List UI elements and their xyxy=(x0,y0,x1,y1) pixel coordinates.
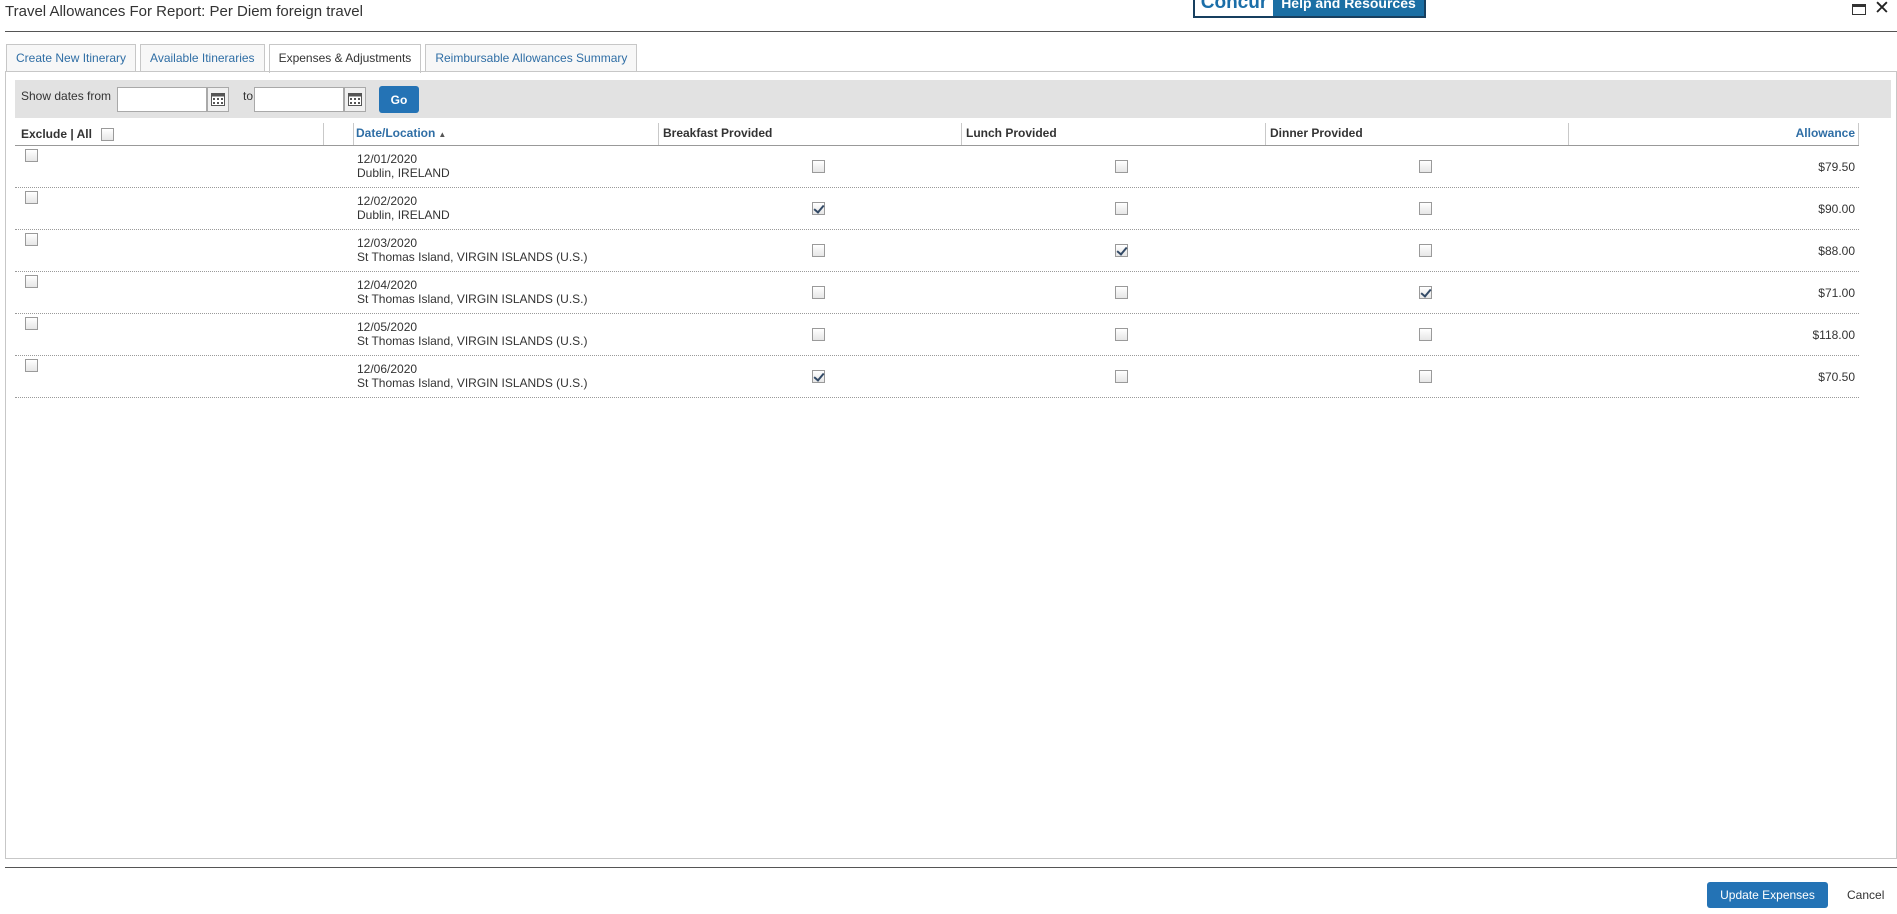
allowance-amount: $118.00 xyxy=(1812,328,1856,342)
table-row: 12/06/2020 St Thomas Island, VIRGIN ISLAN… xyxy=(15,356,1859,398)
lunch-provided-checkbox[interactable] xyxy=(1115,160,1128,173)
row-location: St Thomas Island, VIRGIN ISLANDS (U.S.) xyxy=(357,292,588,306)
row-date: 12/01/2020 xyxy=(357,152,418,166)
help-and-resources-link[interactable]: Help and Resources xyxy=(1273,0,1424,16)
tab-create-new-itinerary[interactable]: Create New Itinerary xyxy=(6,44,137,71)
date-location-cell: 12/01/2020 Dublin, IRELAND xyxy=(357,152,450,180)
breakfast-provided-checkbox[interactable] xyxy=(812,370,825,383)
calendar-icon[interactable] xyxy=(344,87,366,112)
allowance-amount: $70.50 xyxy=(1818,370,1855,384)
exclude-checkbox[interactable] xyxy=(25,233,38,246)
row-location: Dublin, IRELAND xyxy=(357,166,450,180)
calendar-icon[interactable] xyxy=(207,87,229,112)
allowance-amount: $88.00 xyxy=(1818,244,1855,258)
date-from-input[interactable] xyxy=(117,87,207,112)
exclude-checkbox[interactable] xyxy=(25,275,38,288)
date-location-header[interactable]: Date/Location ▲ xyxy=(356,121,446,145)
allowance-table-body: 12/01/2020 Dublin, IRELAND $79.50 12/02/202… xyxy=(15,146,1859,398)
tab-reimbursable-allowances-summary[interactable]: Reimbursable Allowances Summary xyxy=(425,44,638,71)
lunch-provided-checkbox[interactable] xyxy=(1115,286,1128,299)
cancel-button[interactable]: Cancel xyxy=(1847,888,1884,902)
row-date: 12/04/2020 xyxy=(357,278,418,292)
exclude-checkbox[interactable] xyxy=(25,191,38,204)
exclude-checkbox[interactable] xyxy=(25,149,38,162)
row-location: St Thomas Island, VIRGIN ISLANDS (U.S.) xyxy=(357,376,588,390)
dinner-provided-header: Dinner Provided xyxy=(1270,126,1363,140)
lunch-provided-header: Lunch Provided xyxy=(966,126,1057,140)
dinner-provided-checkbox[interactable] xyxy=(1419,160,1432,173)
table-row: 12/05/2020 St Thomas Island, VIRGIN ISLAN… xyxy=(15,314,1859,356)
breakfast-provided-checkbox[interactable] xyxy=(812,244,825,257)
breakfast-provided-header: Breakfast Provided xyxy=(663,126,773,140)
date-location-cell: 12/02/2020 Dublin, IRELAND xyxy=(357,194,450,222)
row-date: 12/05/2020 xyxy=(357,320,418,334)
dinner-provided-checkbox[interactable] xyxy=(1419,244,1432,257)
title-bar: Travel Allowances For Report: Per Diem f… xyxy=(0,0,1897,32)
lunch-provided-checkbox[interactable] xyxy=(1115,244,1128,257)
date-to-input[interactable] xyxy=(254,87,344,112)
breakfast-provided-checkbox[interactable] xyxy=(812,328,825,341)
window-title: Travel Allowances For Report: Per Diem f… xyxy=(5,3,363,20)
maximize-icon[interactable] xyxy=(1848,0,1870,18)
allowance-amount: $71.00 xyxy=(1818,286,1855,300)
close-icon[interactable]: ✕ xyxy=(1871,0,1893,18)
row-date: 12/06/2020 xyxy=(357,362,418,376)
row-date: 12/03/2020 xyxy=(357,236,418,250)
tab-expenses-adjustments[interactable]: Expenses & Adjustments xyxy=(268,44,422,73)
title-divider xyxy=(5,31,1897,32)
exclude-checkbox[interactable] xyxy=(25,359,38,372)
date-location-cell: 12/04/2020 St Thomas Island, VIRGIN ISLAN… xyxy=(357,278,588,306)
date-location-label: Date/Location xyxy=(356,126,436,140)
lunch-provided-checkbox[interactable] xyxy=(1115,328,1128,341)
row-location: St Thomas Island, VIRGIN ISLANDS (U.S.) xyxy=(357,250,588,264)
breakfast-provided-checkbox[interactable] xyxy=(812,160,825,173)
row-location: St Thomas Island, VIRGIN ISLANDS (U.S.) xyxy=(357,334,588,348)
exclude-checkbox[interactable] xyxy=(25,317,38,330)
exclude-all-checkbox[interactable] xyxy=(101,128,115,142)
date-location-cell: 12/06/2020 St Thomas Island, VIRGIN ISLAN… xyxy=(357,362,588,390)
allowance-amount: $79.50 xyxy=(1818,160,1855,174)
allowance-amount: $90.00 xyxy=(1818,202,1855,216)
tab-available-itineraries[interactable]: Available Itineraries xyxy=(140,44,265,71)
date-filter-bar: Show dates from to Go xyxy=(15,80,1891,118)
lunch-provided-checkbox[interactable] xyxy=(1115,202,1128,215)
logo-brand: Concur xyxy=(1200,0,1268,13)
exclude-all-header: Exclude | All xyxy=(21,122,115,146)
dinner-provided-checkbox[interactable] xyxy=(1419,202,1432,215)
breakfast-provided-checkbox[interactable] xyxy=(812,286,825,299)
row-date: 12/02/2020 xyxy=(357,194,418,208)
tab-bar: Create New Itinerary Available Itinerari… xyxy=(6,44,641,73)
date-location-cell: 12/03/2020 St Thomas Island, VIRGIN ISLAN… xyxy=(357,236,588,264)
to-label: to xyxy=(243,89,254,103)
sort-ascending-icon: ▲ xyxy=(438,130,447,139)
expenses-panel: Show dates from to Go Exclude | All Date… xyxy=(5,71,1897,859)
table-row: 12/01/2020 Dublin, IRELAND $79.50 xyxy=(15,146,1859,188)
allowance-header[interactable]: Allowance xyxy=(1796,121,1855,145)
concur-logo[interactable]: Concur Help and Resources xyxy=(1193,0,1426,18)
footer-divider xyxy=(5,867,1897,868)
row-location: Dublin, IRELAND xyxy=(357,208,450,222)
go-button[interactable]: Go xyxy=(379,86,419,113)
dinner-provided-checkbox[interactable] xyxy=(1419,328,1432,341)
dinner-provided-checkbox[interactable] xyxy=(1419,286,1432,299)
update-expenses-button[interactable]: Update Expenses xyxy=(1707,882,1828,908)
dinner-provided-checkbox[interactable] xyxy=(1419,370,1432,383)
table-header: Exclude | All Date/Location ▲ Breakfast P… xyxy=(15,121,1859,146)
lunch-provided-checkbox[interactable] xyxy=(1115,370,1128,383)
show-dates-from-label: Show dates from xyxy=(21,89,112,103)
table-row: 12/02/2020 Dublin, IRELAND $90.00 xyxy=(15,188,1859,230)
date-location-cell: 12/05/2020 St Thomas Island, VIRGIN ISLAN… xyxy=(357,320,588,348)
table-row: 12/04/2020 St Thomas Island, VIRGIN ISLAN… xyxy=(15,272,1859,314)
table-row: 12/03/2020 St Thomas Island, VIRGIN ISLAN… xyxy=(15,230,1859,272)
breakfast-provided-checkbox[interactable] xyxy=(812,202,825,215)
exclude-all-label: Exclude | All xyxy=(21,127,92,141)
